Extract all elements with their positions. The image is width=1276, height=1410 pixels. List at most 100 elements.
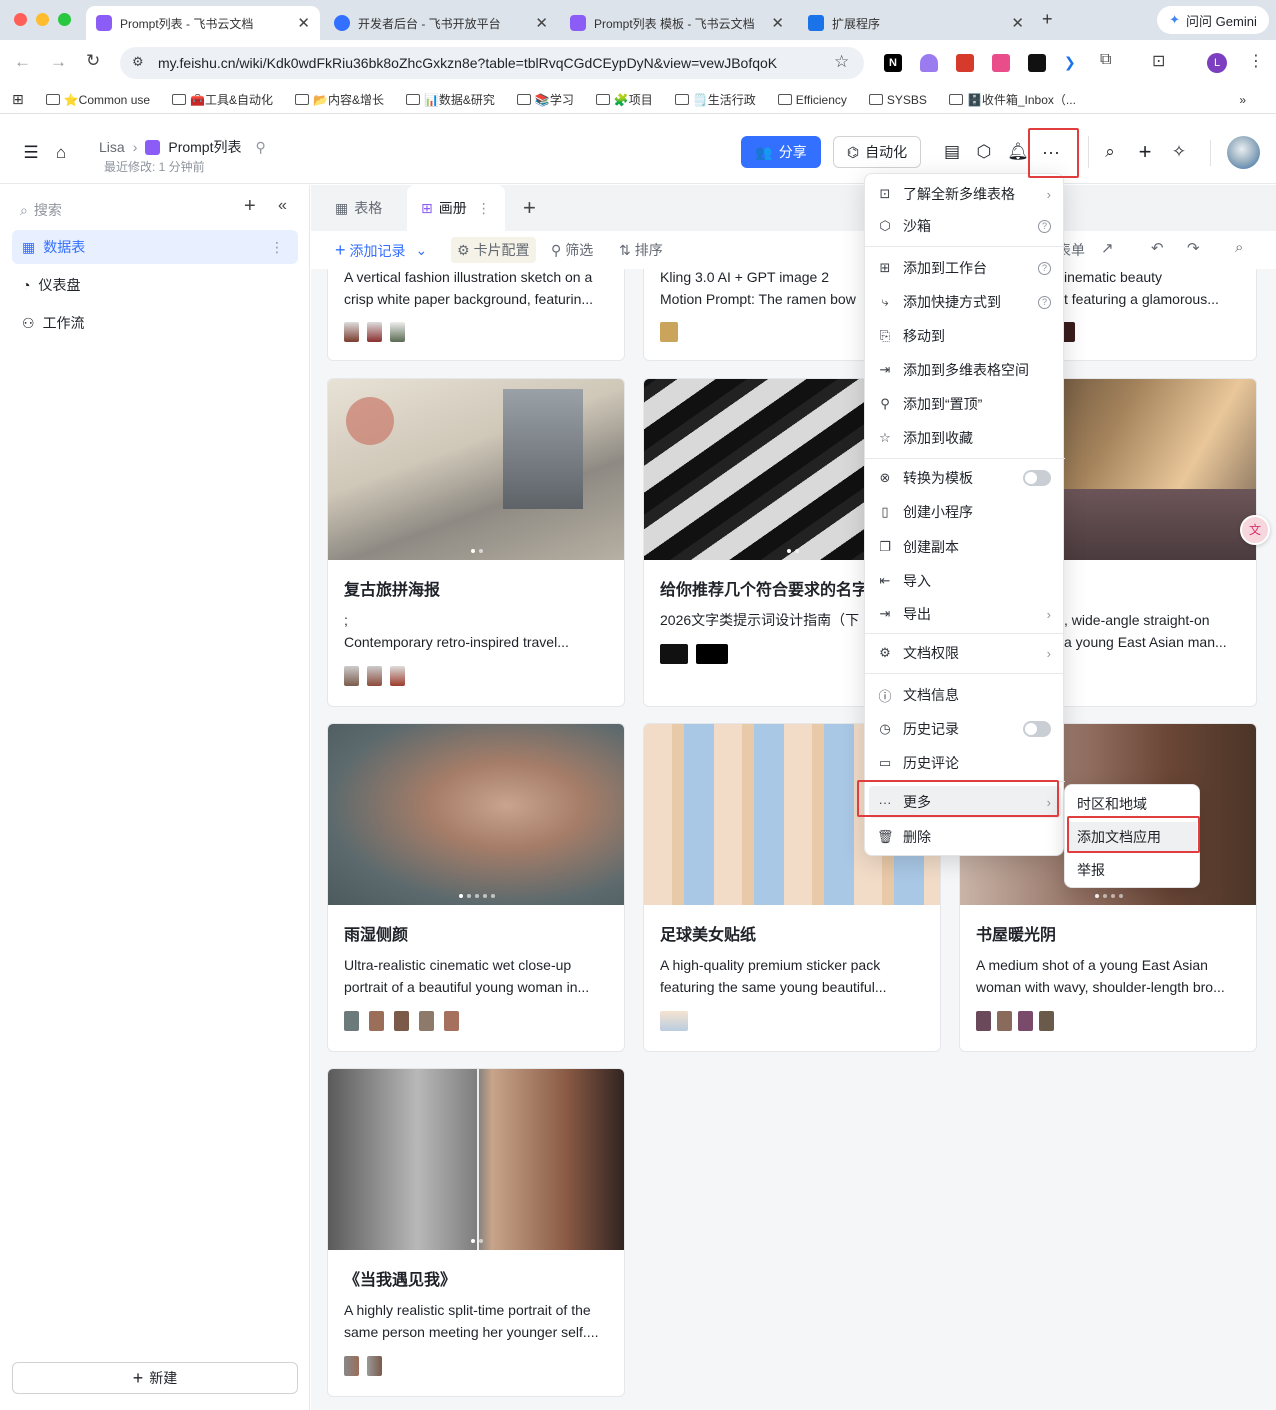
pager-dot[interactable] xyxy=(795,549,799,553)
bookmark-folder[interactable]: 🗒️生活行政 xyxy=(674,91,756,108)
menu-item-history-comments[interactable]: ▭ 历史评论 xyxy=(869,747,1061,779)
submenu-item-timezone[interactable]: 时区和地域 xyxy=(1069,789,1197,819)
menu-item-add-to-favorites[interactable]: ☆ 添加到收藏 xyxy=(869,422,1061,454)
menu-item-add-to-pinned[interactable]: ⚲ 添加到“置顶” xyxy=(869,388,1061,420)
history-toggle[interactable] xyxy=(1023,721,1051,737)
maximize-window-button[interactable] xyxy=(58,13,71,26)
attachment-thumb[interactable] xyxy=(419,1011,434,1031)
bookmark-folder[interactable]: 📂内容&增长 xyxy=(295,91,384,108)
image-pager[interactable] xyxy=(960,894,1256,898)
profile-avatar[interactable]: L xyxy=(1207,53,1227,73)
attachment-thumb[interactable] xyxy=(997,1011,1012,1031)
redo-icon[interactable]: ↷ xyxy=(1187,239,1200,257)
attachment-thumb[interactable] xyxy=(444,1011,459,1031)
menu-item-move-to[interactable]: ⎘ 移动到 xyxy=(869,320,1061,352)
pager-dot[interactable] xyxy=(483,894,487,898)
more-bookmarks-icon[interactable]: » xyxy=(1239,93,1246,107)
tab-gallery-view[interactable]: ⊞ 画册 ⋮ xyxy=(407,185,505,231)
attachment-thumb[interactable] xyxy=(390,322,405,342)
extension-icon[interactable] xyxy=(956,54,974,72)
attachment-thumb[interactable] xyxy=(367,322,382,342)
bookmark-folder[interactable]: SYSBS xyxy=(868,93,927,107)
attachment-thumb[interactable] xyxy=(367,666,382,686)
extension-icon[interactable] xyxy=(920,54,938,72)
home-icon[interactable]: ⌂ xyxy=(50,142,72,164)
submenu-item-report[interactable]: 举报 xyxy=(1069,855,1197,885)
attachment-thumb[interactable] xyxy=(1039,1011,1054,1031)
pager-dot[interactable] xyxy=(479,549,483,553)
menu-item-add-to-space[interactable]: ⇥ 添加到多维表格空间 xyxy=(869,354,1061,386)
pager-dot[interactable] xyxy=(1119,894,1123,898)
sort-button[interactable]: ⇅ 排序 xyxy=(619,240,663,260)
browser-tab[interactable]: 扩展程序 ✕ xyxy=(798,6,1034,40)
gemini-button[interactable]: ✦ 问问 Gemini xyxy=(1157,6,1269,34)
more-vertical-icon[interactable]: ⋮ xyxy=(477,200,491,217)
browser-menu-icon[interactable]: ⋮ xyxy=(1248,51,1264,71)
extensions-icon[interactable]: ⧉ xyxy=(1100,51,1111,69)
apps-grid-icon[interactable]: ⊞ xyxy=(12,91,24,108)
close-tab-icon[interactable]: ✕ xyxy=(1011,14,1024,32)
sidebar-search[interactable]: ⌕ 搜索 xyxy=(20,200,62,220)
menu-item-history[interactable]: ◷ 历史记录 xyxy=(869,713,1061,745)
bookmark-folder[interactable]: 📊数据&研究 xyxy=(405,91,495,108)
add-icon[interactable]: + xyxy=(244,195,256,218)
bookmark-folder[interactable]: 🧩项目 xyxy=(595,91,653,108)
menu-item-sandbox[interactable]: ⬡ 沙箱? xyxy=(869,210,1061,242)
close-tab-icon[interactable]: ✕ xyxy=(535,14,548,32)
breadcrumb-parent[interactable]: Lisa xyxy=(99,139,125,155)
attachment-thumb[interactable] xyxy=(367,1356,382,1376)
sidebar-item-data-table[interactable]: ▦ 数据表 ⋮ xyxy=(12,230,298,264)
pager-dot[interactable] xyxy=(491,894,495,898)
pager-dot[interactable] xyxy=(1095,894,1099,898)
share-button[interactable]: 👥 分享 xyxy=(741,136,821,168)
close-window-button[interactable] xyxy=(14,13,27,26)
bookmark-folder[interactable]: 🗄️收件箱_Inbox（... xyxy=(948,91,1076,108)
attachment-thumb[interactable] xyxy=(344,322,359,342)
pager-dot[interactable] xyxy=(787,549,791,553)
pager-dot[interactable] xyxy=(1111,894,1115,898)
browser-tab-active[interactable]: Prompt列表 - 飞书云文档 ✕ xyxy=(86,6,320,40)
add-icon[interactable]: + xyxy=(1133,139,1157,164)
collapse-sidebar-icon[interactable]: « xyxy=(278,197,287,215)
menu-item-add-to-workspace[interactable]: ⊞ 添加到工作台? xyxy=(869,252,1061,284)
pager-dot[interactable] xyxy=(475,894,479,898)
notion-extension-icon[interactable]: N xyxy=(884,54,902,72)
menu-item-learn-bitable[interactable]: ⊡ 了解全新多维表格 › xyxy=(869,178,1061,210)
view-search-icon[interactable]: ⌕ xyxy=(1235,239,1243,256)
bell-icon[interactable]: 🔔︎ xyxy=(1006,140,1030,164)
card-config-button[interactable]: ⚙ 卡片配置 xyxy=(451,237,536,263)
attachment-thumb[interactable] xyxy=(660,644,688,664)
ai-sparkle-icon[interactable]: ✧ xyxy=(1167,140,1191,164)
translate-extension-icon[interactable] xyxy=(992,54,1010,72)
attachment-thumb[interactable] xyxy=(344,1011,359,1031)
new-tab-icon[interactable]: + xyxy=(1042,9,1053,30)
add-record-button[interactable]: + 添加记录 ⌄ xyxy=(335,240,427,261)
bookmark-folder[interactable]: ⭐Common use xyxy=(45,93,150,107)
new-button[interactable]: + 新建 xyxy=(12,1362,298,1394)
pager-dot[interactable] xyxy=(459,894,463,898)
toggle-sidebar-icon[interactable]: ☰ xyxy=(20,142,42,164)
attachment-thumb[interactable] xyxy=(394,1011,409,1031)
image-pager[interactable] xyxy=(328,894,624,898)
site-info-icon[interactable]: ⚙ xyxy=(132,54,144,70)
pager-dot[interactable] xyxy=(1103,894,1107,898)
pager-dot[interactable] xyxy=(479,1239,483,1243)
gallery-card[interactable]: A vertical fashion illustration sketch o… xyxy=(327,269,625,361)
search-icon[interactable]: ⌕ xyxy=(1098,140,1122,164)
attachment-thumb[interactable] xyxy=(344,666,359,686)
tab-table-view[interactable]: ▦ 表格 xyxy=(321,185,396,231)
form-icon[interactable]: ▤ xyxy=(940,140,964,164)
extension-icon[interactable]: ❯ xyxy=(1064,54,1082,72)
undo-icon[interactable]: ↶ xyxy=(1151,239,1164,257)
menu-item-add-shortcut[interactable]: ⤷ 添加快捷方式到? xyxy=(869,286,1061,318)
gallery-card[interactable]: 《当我遇见我》 A highly realistic split-time po… xyxy=(327,1068,625,1397)
bookmark-folder[interactable]: Efficiency xyxy=(777,93,847,107)
user-avatar[interactable] xyxy=(1227,136,1260,169)
menu-item-import[interactable]: ⇤ 导入 xyxy=(869,565,1061,597)
attachment-thumb[interactable] xyxy=(390,666,405,686)
forward-icon[interactable]: → xyxy=(50,52,67,72)
attachment-thumb[interactable] xyxy=(976,1011,991,1031)
sidebar-item-dashboard[interactable]: ◔ 仪表盘 xyxy=(12,268,298,302)
attachment-thumb[interactable] xyxy=(344,1356,359,1376)
pager-dot[interactable] xyxy=(471,549,475,553)
